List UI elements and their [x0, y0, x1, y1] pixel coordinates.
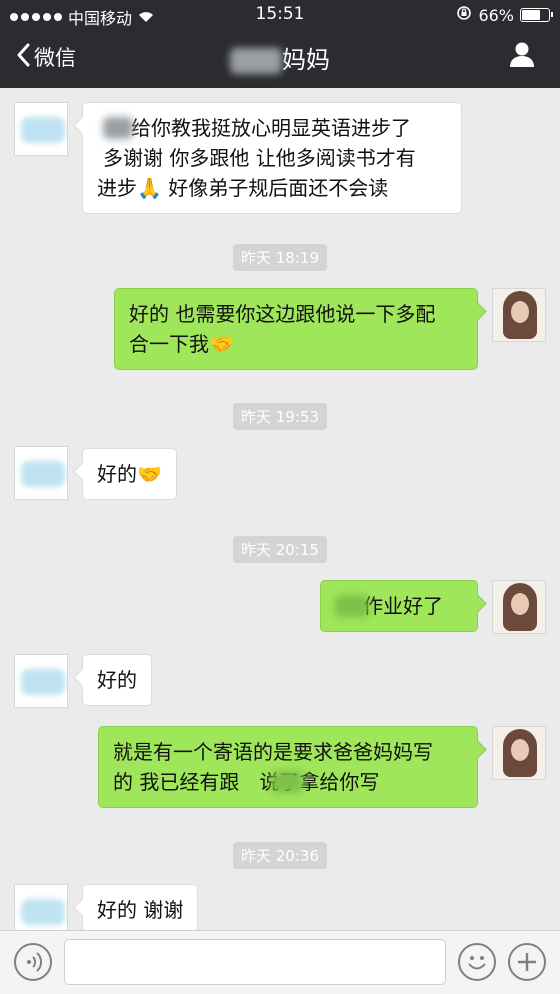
- timestamp: 昨天 20:36: [0, 842, 560, 869]
- battery-percent: 66%: [478, 5, 514, 25]
- message-line: 进步🙏 好像弟子规后面还不会读: [97, 176, 389, 200]
- message-line: 好的: [97, 668, 137, 692]
- message-line: 多谢谢 你多跟他 让他多阅读书才有: [103, 146, 416, 170]
- battery-icon: [520, 8, 553, 22]
- timestamp: 昨天 18:19: [0, 244, 560, 271]
- my-avatar[interactable]: [492, 580, 546, 634]
- battery-fill: [522, 10, 541, 20]
- message-line: 好的🤝: [97, 462, 162, 486]
- message-line: 给你教我挺放心明显英语进步了: [131, 116, 411, 140]
- message-line: 的 我已经有跟 说了拿给你写: [113, 770, 380, 794]
- message-bubble[interactable]: 好的: [82, 654, 152, 706]
- message-line: 就是有一个寄语的是要求爸爸妈妈写: [113, 740, 433, 764]
- message-input[interactable]: [64, 939, 446, 985]
- emoji-button[interactable]: [458, 943, 496, 981]
- nav-bar: 微信 妈妈: [0, 28, 560, 88]
- rotation-lock-icon: [456, 5, 472, 25]
- smiley-icon: [460, 956, 494, 983]
- contact-avatar[interactable]: [14, 446, 68, 500]
- contact-avatar[interactable]: [14, 884, 68, 930]
- timestamp: 昨天 19:53: [0, 403, 560, 430]
- contact-avatar[interactable]: [14, 654, 68, 708]
- message-bubble[interactable]: 好的 谢谢: [82, 884, 199, 930]
- contact-info-button[interactable]: [508, 40, 536, 72]
- redacted-text: [271, 771, 303, 793]
- message-text: 的 我已经有跟 说了拿给你写: [113, 767, 463, 797]
- message-bubble[interactable]: 给你教我挺放心明显英语进步了 多谢谢 你多跟他 让他多阅读书才有 进步🙏 好像弟…: [82, 102, 462, 214]
- chat-title: 妈妈: [0, 40, 560, 75]
- message-bubble[interactable]: 就是有一个寄语的是要求爸爸妈妈写 的 我已经有跟 说了拿给你写: [98, 726, 478, 808]
- more-button[interactable]: [508, 943, 546, 981]
- chat-area[interactable]: 给你教我挺放心明显英语进步了 多谢谢 你多跟他 让他多阅读书才有 进步🙏 好像弟…: [0, 88, 560, 930]
- message-text: 给你教我挺放心明显英语进步了 多谢谢 你多跟他 让他多阅读书才有 进步🙏 好像弟…: [97, 113, 447, 203]
- message-line: 好的 谢谢: [97, 898, 184, 922]
- redacted-name: [230, 48, 282, 74]
- message-line: 合一下我🤝: [129, 332, 234, 356]
- redacted-text: [103, 117, 133, 139]
- top-bar: 中国移动 15:51 66% 微信 妈妈: [0, 0, 560, 88]
- message-text: 作业好了: [335, 591, 463, 621]
- timestamp-text: 昨天 20:15: [233, 536, 327, 563]
- timestamp: 昨天 20:15: [0, 536, 560, 563]
- timestamp-text: 昨天 19:53: [233, 403, 327, 430]
- message-bubble[interactable]: 好的🤝: [82, 448, 177, 500]
- message-line: 作业好了: [363, 594, 443, 618]
- plus-icon: [510, 953, 544, 983]
- status-right: 66%: [456, 5, 553, 25]
- status-bar: 中国移动 15:51 66%: [0, 0, 560, 28]
- voice-button[interactable]: [14, 943, 52, 981]
- message-bubble[interactable]: 好的 也需要你这边跟他说一下多配 合一下我🤝: [114, 288, 478, 370]
- contact-avatar[interactable]: [14, 102, 68, 156]
- message-bubble[interactable]: 作业好了: [320, 580, 478, 632]
- redacted-text: [335, 595, 369, 617]
- message-line: 好的 也需要你这边跟他说一下多配: [129, 302, 436, 326]
- chat-title-text: 妈妈: [282, 46, 330, 74]
- user-icon: [508, 42, 536, 72]
- my-avatar[interactable]: [492, 726, 546, 780]
- input-bar: [0, 930, 560, 994]
- timestamp-text: 昨天 18:19: [233, 244, 327, 271]
- voice-icon: [16, 952, 50, 983]
- timestamp-text: 昨天 20:36: [233, 842, 327, 869]
- my-avatar[interactable]: [492, 288, 546, 342]
